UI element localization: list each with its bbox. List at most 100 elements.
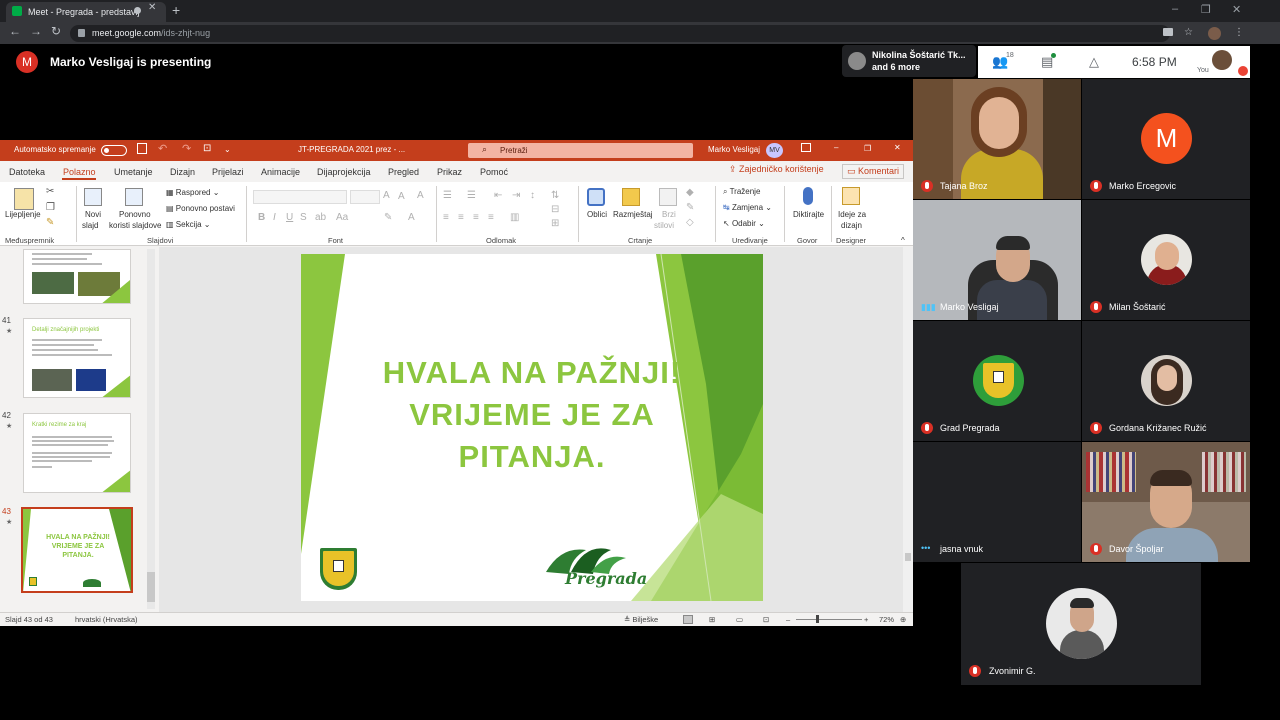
browser-tab[interactable]: Meet - Pregrada - predstavlj bbox=[6, 2, 166, 22]
menu-prijelazi[interactable]: Prijelazi bbox=[212, 167, 244, 177]
bookmark-star-icon[interactable]: ☆ bbox=[1184, 27, 1193, 38]
current-slide[interactable]: HVALA NA PAŽNJI! VRIJEME JE ZA PITANJA. … bbox=[301, 254, 763, 601]
canvas-scroll-thumb[interactable] bbox=[905, 553, 911, 561]
qat-more-icon[interactable]: ⌄ bbox=[224, 145, 231, 154]
menu-datoteka[interactable]: Datoteka bbox=[9, 167, 45, 177]
participant-tile[interactable] bbox=[913, 79, 1081, 199]
align-left-icon[interactable]: ≡ bbox=[443, 212, 449, 223]
reading-view-icon[interactable]: ▭ bbox=[736, 615, 743, 624]
menu-prikaz[interactable]: Prikaz bbox=[437, 167, 462, 177]
new-slide-icon[interactable] bbox=[84, 188, 102, 206]
zoom-in-icon[interactable]: + bbox=[864, 615, 868, 624]
slide-thumbnail-43-selected[interactable]: HVALA NA PAŽNJI! VRIJEME JE ZA PITANJA. bbox=[21, 507, 133, 593]
thumbnail-scroll-thumb[interactable] bbox=[147, 572, 155, 602]
align-text-icon[interactable]: ⊟ bbox=[551, 204, 559, 215]
align-right-icon[interactable]: ≡ bbox=[473, 212, 479, 223]
columns-icon[interactable]: ▥ bbox=[510, 212, 519, 223]
underline-icon[interactable]: U bbox=[286, 212, 293, 223]
copy-icon[interactable]: ❐ bbox=[46, 202, 55, 213]
slide-thumbnail-40[interactable] bbox=[23, 249, 131, 304]
increase-font-icon[interactable]: A bbox=[383, 190, 390, 201]
select-button[interactable]: ↖ Odabir ⌄ bbox=[723, 219, 765, 228]
font-color-icon[interactable]: A bbox=[408, 212, 415, 223]
chrome-menu-icon[interactable]: ⋮ bbox=[1234, 27, 1244, 38]
menu-umetanje[interactable]: Umetanje bbox=[114, 167, 153, 177]
slide-title[interactable]: HVALA NA PAŽNJI! VRIJEME JE ZA PITANJA. bbox=[301, 352, 763, 478]
layout-button[interactable]: ▦ Raspored ⌄ bbox=[166, 188, 219, 197]
autosave-toggle[interactable] bbox=[101, 145, 127, 156]
menu-pregled[interactable]: Pregled bbox=[388, 167, 419, 177]
notes-button[interactable]: ≜ Bilješke bbox=[624, 615, 658, 624]
text-direction-icon[interactable]: ⇅ bbox=[551, 190, 559, 201]
replace-button[interactable]: ↹ Zamjena ⌄ bbox=[723, 203, 772, 212]
ppt-close-icon[interactable]: ✕ bbox=[894, 143, 901, 152]
shape-effects-icon[interactable]: ◇ bbox=[686, 217, 694, 228]
normal-view-icon[interactable] bbox=[683, 615, 693, 624]
zoom-out-icon[interactable]: – bbox=[786, 615, 790, 624]
paste-icon[interactable] bbox=[14, 188, 34, 210]
arrange-label[interactable]: Razmještaj bbox=[613, 210, 653, 219]
change-case-icon[interactable]: Aa bbox=[336, 212, 348, 223]
char-spacing-icon[interactable]: ab bbox=[315, 212, 326, 223]
menu-animacije[interactable]: Animacije bbox=[261, 167, 300, 177]
zoom-slider-thumb[interactable] bbox=[816, 615, 819, 623]
decrease-font-icon[interactable]: A bbox=[398, 191, 405, 202]
activities-icon[interactable]: △ bbox=[1089, 54, 1099, 70]
new-slide-label-2[interactable]: slajd bbox=[82, 221, 98, 230]
reload-icon[interactable]: ↻ bbox=[51, 24, 61, 38]
new-tab-button[interactable]: + bbox=[172, 2, 180, 18]
microphone-icon[interactable] bbox=[803, 187, 813, 205]
ppt-search-input[interactable]: Pretraži bbox=[468, 143, 693, 158]
ppt-minimize-icon[interactable]: – bbox=[834, 143, 838, 152]
maximize-icon[interactable]: ❐ bbox=[1201, 3, 1211, 16]
menu-dijaprojekcija[interactable]: Dijaprojekcija bbox=[317, 167, 371, 177]
highlight-icon[interactable]: ✎ bbox=[384, 212, 392, 223]
back-icon[interactable]: ← bbox=[9, 24, 21, 38]
line-spacing-icon[interactable]: ↕ bbox=[530, 190, 535, 201]
share-button[interactable]: ⇪ Zajedničko korištenje bbox=[729, 164, 824, 175]
profile-avatar[interactable] bbox=[1208, 27, 1221, 40]
format-painter-icon[interactable]: ✎ bbox=[46, 217, 54, 228]
forward-icon[interactable]: → bbox=[30, 24, 42, 38]
tab-close-icon[interactable]: ✕ bbox=[148, 2, 156, 13]
quick-styles-label-2[interactable]: stilovi bbox=[654, 221, 674, 230]
reset-button[interactable]: ▤ Ponovno postavi bbox=[166, 204, 235, 213]
present-icon[interactable]: ⊡ bbox=[203, 143, 211, 154]
slide-thumbnail-42[interactable]: Kratki rezime za kraj bbox=[23, 413, 131, 493]
shapes-icon[interactable] bbox=[587, 188, 605, 206]
zoom-level[interactable]: 72% bbox=[879, 615, 894, 624]
quick-styles-icon[interactable] bbox=[659, 188, 677, 206]
redo-icon[interactable]: ↷ bbox=[182, 142, 191, 155]
reuse-slides-label-1[interactable]: Ponovno bbox=[119, 210, 151, 219]
numbering-icon[interactable]: ☰ bbox=[467, 190, 476, 201]
ppt-filename[interactable]: JT-PREGRADA 2021 prez - ... bbox=[298, 145, 405, 154]
dictate-label[interactable]: Diktirajte bbox=[793, 210, 824, 219]
italic-icon[interactable]: I bbox=[273, 212, 276, 223]
zoom-slider[interactable] bbox=[796, 619, 862, 620]
shapes-label[interactable]: Oblici bbox=[587, 210, 607, 219]
ribbon-display-icon[interactable] bbox=[801, 143, 811, 152]
slide-thumbnail-41[interactable]: Detalji značajnijih projekti bbox=[23, 318, 131, 398]
cut-icon[interactable]: ✂ bbox=[46, 186, 54, 197]
smartart-icon[interactable]: ⊞ bbox=[551, 218, 559, 229]
participant-tile[interactable] bbox=[913, 442, 1081, 562]
bullets-icon[interactable]: ☰ bbox=[443, 190, 452, 201]
align-center-icon[interactable]: ≡ bbox=[458, 212, 464, 223]
increase-indent-icon[interactable]: ⇥ bbox=[512, 190, 520, 201]
comments-button[interactable]: ▭ Komentari bbox=[842, 164, 904, 179]
ppt-restore-icon[interactable]: ❐ bbox=[864, 144, 871, 153]
find-button[interactable]: ⌕ Traženje bbox=[723, 187, 760, 197]
design-ideas-label-2[interactable]: dizajn bbox=[841, 221, 862, 230]
participant-tile[interactable] bbox=[1082, 442, 1250, 562]
save-icon[interactable] bbox=[137, 143, 147, 154]
language-indicator[interactable]: hrvatski (Hrvatska) bbox=[75, 615, 138, 624]
reuse-slides-icon[interactable] bbox=[125, 188, 143, 206]
slide-sorter-icon[interactable]: ⊞ bbox=[709, 615, 715, 624]
minimize-icon[interactable]: – bbox=[1172, 3, 1178, 15]
shape-outline-icon[interactable]: ✎ bbox=[686, 202, 694, 213]
lock-icon[interactable] bbox=[78, 29, 85, 37]
justify-icon[interactable]: ≡ bbox=[488, 212, 494, 223]
shape-fill-icon[interactable]: ◆ bbox=[686, 187, 694, 198]
collapse-ribbon-icon[interactable]: ^ bbox=[901, 236, 905, 245]
design-ideas-icon[interactable] bbox=[842, 187, 860, 205]
